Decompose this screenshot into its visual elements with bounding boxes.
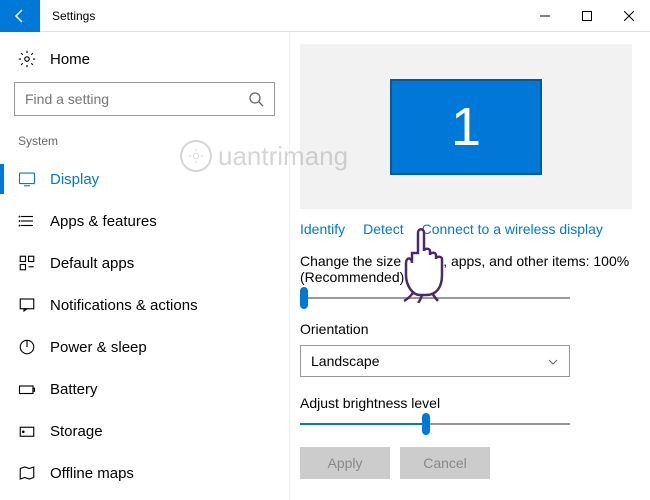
- maps-icon: [18, 464, 36, 482]
- sidebar-item-apps[interactable]: Apps & features: [14, 200, 275, 242]
- slider-thumb[interactable]: [422, 413, 430, 435]
- nav-label: Battery: [50, 381, 98, 398]
- sidebar-item-battery[interactable]: Battery: [14, 368, 275, 410]
- nav-label: Default apps: [50, 255, 134, 272]
- home-button[interactable]: Home: [14, 50, 275, 68]
- nav-label: Apps & features: [50, 213, 157, 230]
- sidebar-item-power[interactable]: Power & sleep: [14, 326, 275, 368]
- nav-label: Notifications & actions: [50, 297, 198, 314]
- window-title: Settings: [40, 9, 524, 23]
- sidebar-item-storage[interactable]: Storage: [14, 410, 275, 452]
- minimize-button[interactable]: [524, 0, 566, 32]
- brightness-label: Adjust brightness level: [300, 395, 632, 411]
- back-button[interactable]: [0, 0, 40, 32]
- sidebar: Home System Display Apps & features Defa…: [0, 32, 290, 500]
- monitor-tile[interactable]: 1: [390, 79, 542, 175]
- orientation-value: Landscape: [311, 353, 380, 369]
- brightness-slider[interactable]: [300, 423, 570, 425]
- main-panel: 1 Identify Detect Connect to a wireless …: [290, 32, 650, 500]
- orientation-select[interactable]: Landscape: [300, 345, 570, 377]
- display-preview: 1: [300, 44, 632, 209]
- storage-icon: [18, 422, 36, 440]
- default-apps-icon: [18, 254, 36, 272]
- window-controls: [524, 0, 650, 32]
- gear-icon: [18, 50, 36, 68]
- display-icon: [18, 170, 36, 188]
- nav-label: Offline maps: [50, 465, 134, 482]
- nav-label: Storage: [50, 423, 103, 440]
- nav-label: Power & sleep: [50, 339, 147, 356]
- search-box[interactable]: [14, 82, 275, 116]
- identify-link[interactable]: Identify: [300, 221, 345, 237]
- titlebar: Settings: [0, 0, 650, 32]
- text-size-label: Change the size of text, apps, and other…: [300, 253, 632, 285]
- battery-icon: [18, 380, 36, 398]
- detect-link[interactable]: Detect: [363, 221, 403, 237]
- text-size-slider[interactable]: [300, 297, 570, 299]
- sidebar-item-notifications[interactable]: Notifications & actions: [14, 284, 275, 326]
- power-icon: [18, 338, 36, 356]
- nav-label: Display: [50, 171, 99, 188]
- close-button[interactable]: [608, 0, 650, 32]
- slider-thumb[interactable]: [300, 287, 308, 309]
- button-row: Apply Cancel: [300, 447, 632, 479]
- apply-button[interactable]: Apply: [300, 447, 390, 479]
- section-label: System: [14, 134, 275, 148]
- search-input[interactable]: [25, 91, 248, 107]
- sidebar-item-default-apps[interactable]: Default apps: [14, 242, 275, 284]
- cancel-button[interactable]: Cancel: [400, 447, 490, 479]
- maximize-button[interactable]: [566, 0, 608, 32]
- chevron-down-icon: [547, 355, 559, 367]
- home-label: Home: [50, 51, 90, 68]
- display-links: Identify Detect Connect to a wireless di…: [300, 221, 632, 237]
- connect-wireless-link[interactable]: Connect to a wireless display: [422, 221, 603, 237]
- notifications-icon: [18, 296, 36, 314]
- orientation-label: Orientation: [300, 321, 632, 337]
- apps-icon: [18, 212, 36, 230]
- search-icon: [248, 91, 264, 107]
- sidebar-item-offline-maps[interactable]: Offline maps: [14, 452, 275, 494]
- sidebar-item-display[interactable]: Display: [14, 158, 275, 200]
